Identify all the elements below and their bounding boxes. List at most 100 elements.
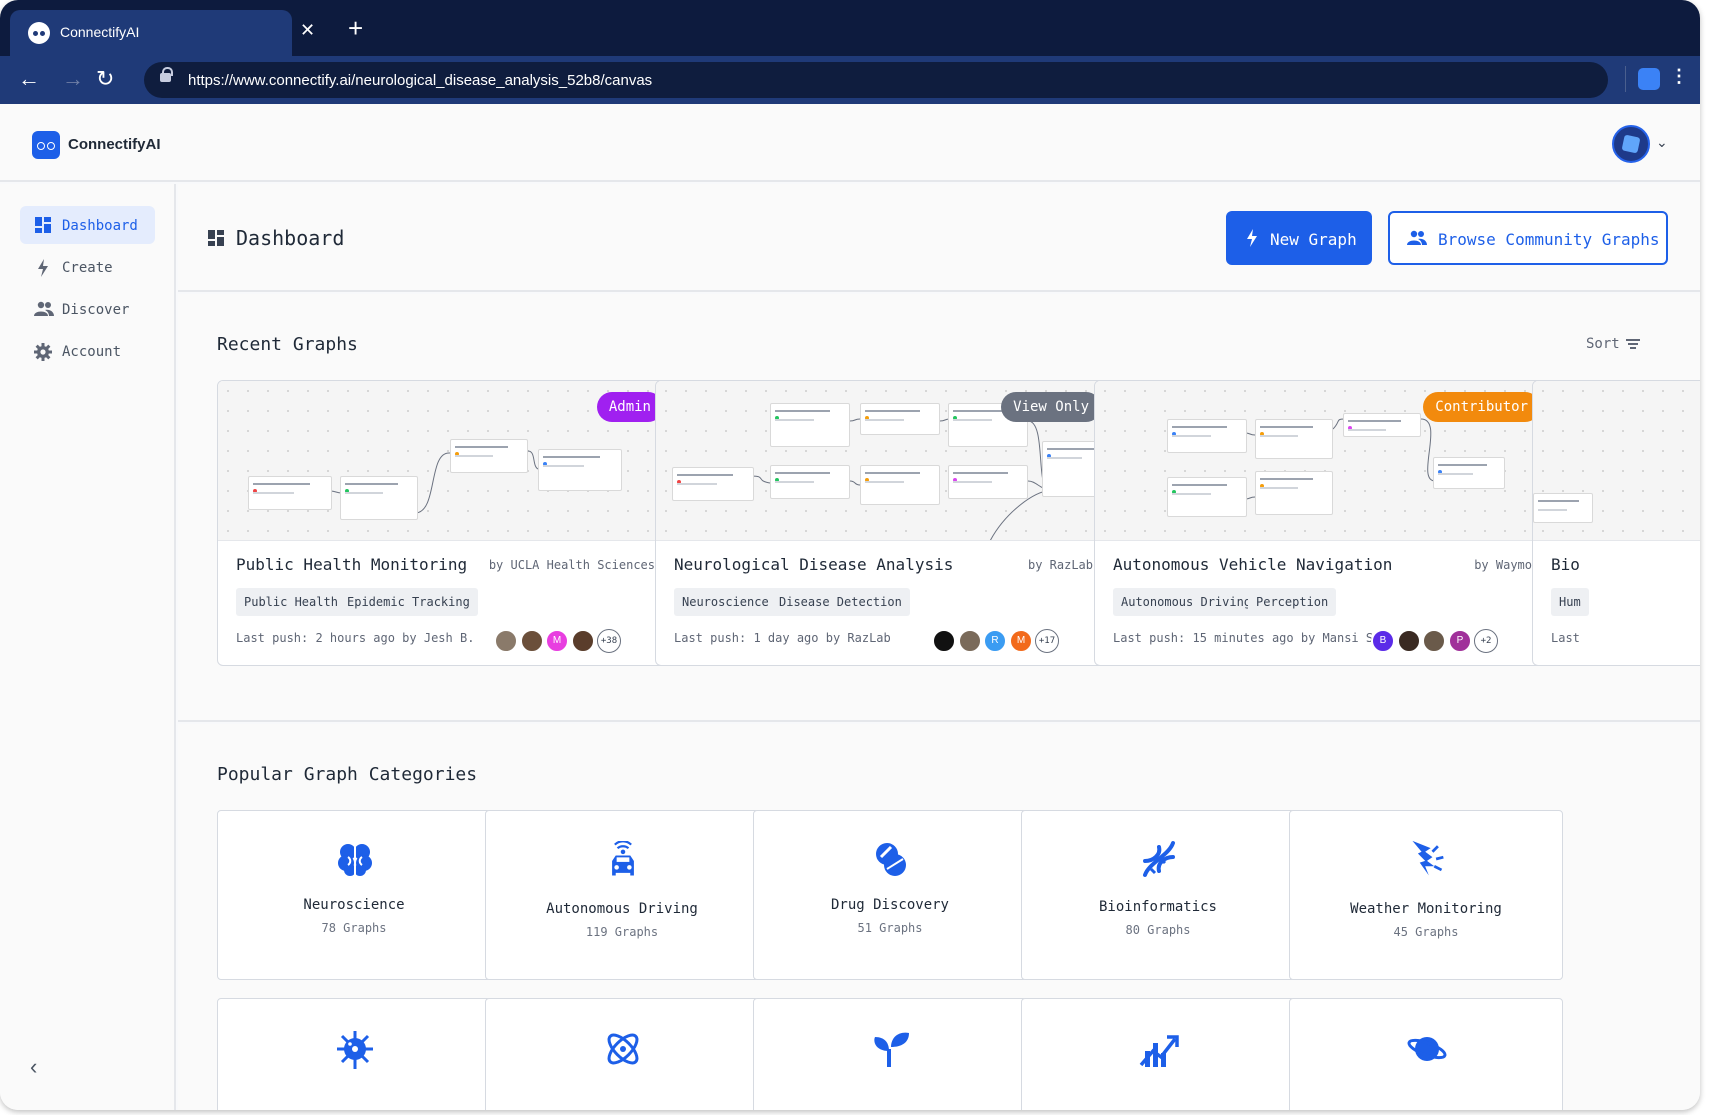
graph-card[interactable]: Contributor Autonomous Vehicle Navigatio… [1094,380,1552,666]
tag-chip[interactable]: Epidemic Tracking [339,588,478,616]
category-name: Autonomous Driving [546,901,698,917]
category-card-weather-monitoring[interactable]: Weather Monitoring 45 Graphs [1289,810,1563,980]
tag-chip[interactable]: Autonomous Driving [1113,588,1260,616]
avatar[interactable] [932,629,956,653]
category-card-drug-discovery[interactable]: Drug Discovery 51 Graphs [753,810,1027,980]
category-card[interactable] [753,998,1027,1110]
graph-node [1167,477,1247,517]
sort-button[interactable]: Sort [1586,336,1620,352]
menu-kebab-icon[interactable]: ⋮ [1670,66,1688,87]
sidebar-item-create[interactable]: Create [20,248,155,286]
graph-node [538,449,622,491]
new-tab-icon[interactable]: + [348,15,363,41]
graph-node [1255,419,1333,459]
category-card[interactable] [485,998,759,1110]
forward-arrow-icon[interactable]: → [62,68,84,90]
back-arrow-icon[interactable]: ← [18,68,40,90]
close-tab-icon[interactable]: ✕ [300,21,315,39]
brand-logo-icon[interactable] [32,131,60,159]
avatar[interactable] [571,629,595,653]
category-card[interactable] [1021,998,1295,1110]
connectify-logo-icon [28,22,50,44]
card-author: by RazLab [1027,558,1093,572]
browse-community-button[interactable]: Browse Community Graphs [1388,211,1668,265]
card-title: Autonomous Vehicle Navigation [1113,555,1393,574]
avatar[interactable] [958,629,982,653]
brand-name[interactable]: ConnectifyAI [68,136,161,153]
virus-icon [337,1031,373,1069]
category-count: 119 Graphs [585,925,659,939]
graph-node [948,465,1028,499]
sidebar-item-label: Dashboard [62,218,138,234]
category-card-autonomous-driving[interactable]: Autonomous Driving 119 Graphs [485,810,759,980]
avatar[interactable] [494,629,518,653]
role-badge: View Only [1001,392,1101,422]
user-avatar[interactable] [1612,125,1650,163]
graph-node [1255,471,1333,515]
category-name: Neuroscience [303,897,405,913]
sprout-icon [874,1032,909,1067]
extension-icon[interactable] [1638,68,1660,90]
avatar[interactable]: M [545,629,569,653]
car-icon [612,841,634,876]
card-author: by UCLA Health Sciences [488,558,655,572]
sidebar-item-discover[interactable]: Discover [20,290,155,328]
sort-lines-icon[interactable] [1626,339,1640,349]
avatar[interactable] [1397,629,1421,653]
reload-icon[interactable]: ↻ [96,68,114,90]
category-card-bioinformatics[interactable]: Bioinformatics 80 Graphs [1021,810,1295,980]
category-card[interactable] [217,998,491,1110]
graph-card[interactable]: View Only Neurological Disease Analysis … [655,380,1113,666]
bolt-icon [34,259,52,277]
category-card-neuroscience[interactable]: Neuroscience 78 Graphs [217,810,491,980]
graph-node [1433,457,1505,489]
more-avatars-badge[interactable]: +2 [1474,629,1498,653]
new-graph-label: New Graph [1270,230,1357,249]
sidebar-item-label: Create [62,260,113,276]
graph-card[interactable]: Bio Hum Last [1532,380,1700,666]
avatar[interactable] [1422,629,1446,653]
avatar[interactable] [520,629,544,653]
popular-categories-section: Popular Graph Categories Neuroscience 78… [178,724,1700,1110]
last-push-text: Last push: 15 minutes ago by Mansi S. [1113,631,1381,645]
planet-icon [1407,1037,1447,1061]
browser-tab[interactable]: ConnectifyAI [10,10,292,56]
category-count: 80 Graphs [1125,923,1191,937]
category-name: Bioinformatics [1098,899,1217,915]
page-title: Dashboard [236,226,345,250]
tag-chip[interactable]: Hum [1551,588,1589,616]
tag-chip[interactable]: Perception [1248,588,1337,616]
tab-strip: ConnectifyAI ✕ + [0,0,1700,56]
pill-icon [876,843,906,876]
address-bar[interactable]: https://www.connectify.ai/neurological_d… [144,62,1608,98]
graph-node [770,465,850,499]
avatar[interactable]: B [1371,629,1395,653]
card-title: Public Health Monitoring [236,555,468,574]
chevron-down-icon[interactable]: ⌄ [1656,134,1668,151]
storm-icon [1412,840,1444,876]
graph-node [860,403,940,435]
atom-icon [607,1033,639,1065]
last-push-text: Last [1551,631,1580,645]
avatar[interactable]: P [1448,629,1472,653]
sidebar-item-dashboard[interactable]: Dashboard [20,206,155,244]
sidebar-item-account[interactable]: Account [20,332,155,370]
collapse-sidebar-icon[interactable]: ‹ [30,1054,37,1080]
avatar[interactable]: R [983,629,1007,653]
more-avatars-badge[interactable]: +38 [597,629,621,653]
tag-chip[interactable]: Neuroscience [674,588,777,616]
tag-chip[interactable]: Disease Detection [771,588,910,616]
toolbar-divider [1625,66,1626,92]
card-title: Neurological Disease Analysis [674,555,954,574]
avatar[interactable]: M [1009,629,1033,653]
category-card[interactable] [1289,998,1563,1110]
sidebar: Dashboard Create Discover Account ‹ [0,184,176,1110]
graph-card[interactable]: Admin Public Health Monitoring by UCLA H… [217,380,675,666]
new-graph-button[interactable]: New Graph [1226,211,1372,265]
role-badge: Admin [596,392,663,422]
graph-node [1343,413,1421,437]
more-avatars-badge[interactable]: +17 [1035,629,1059,653]
recent-graphs-section: Recent Graphs Sort Admin Public Health M… [178,294,1700,722]
category-count: 78 Graphs [321,921,387,935]
tag-chip[interactable]: Public Health [236,588,346,616]
